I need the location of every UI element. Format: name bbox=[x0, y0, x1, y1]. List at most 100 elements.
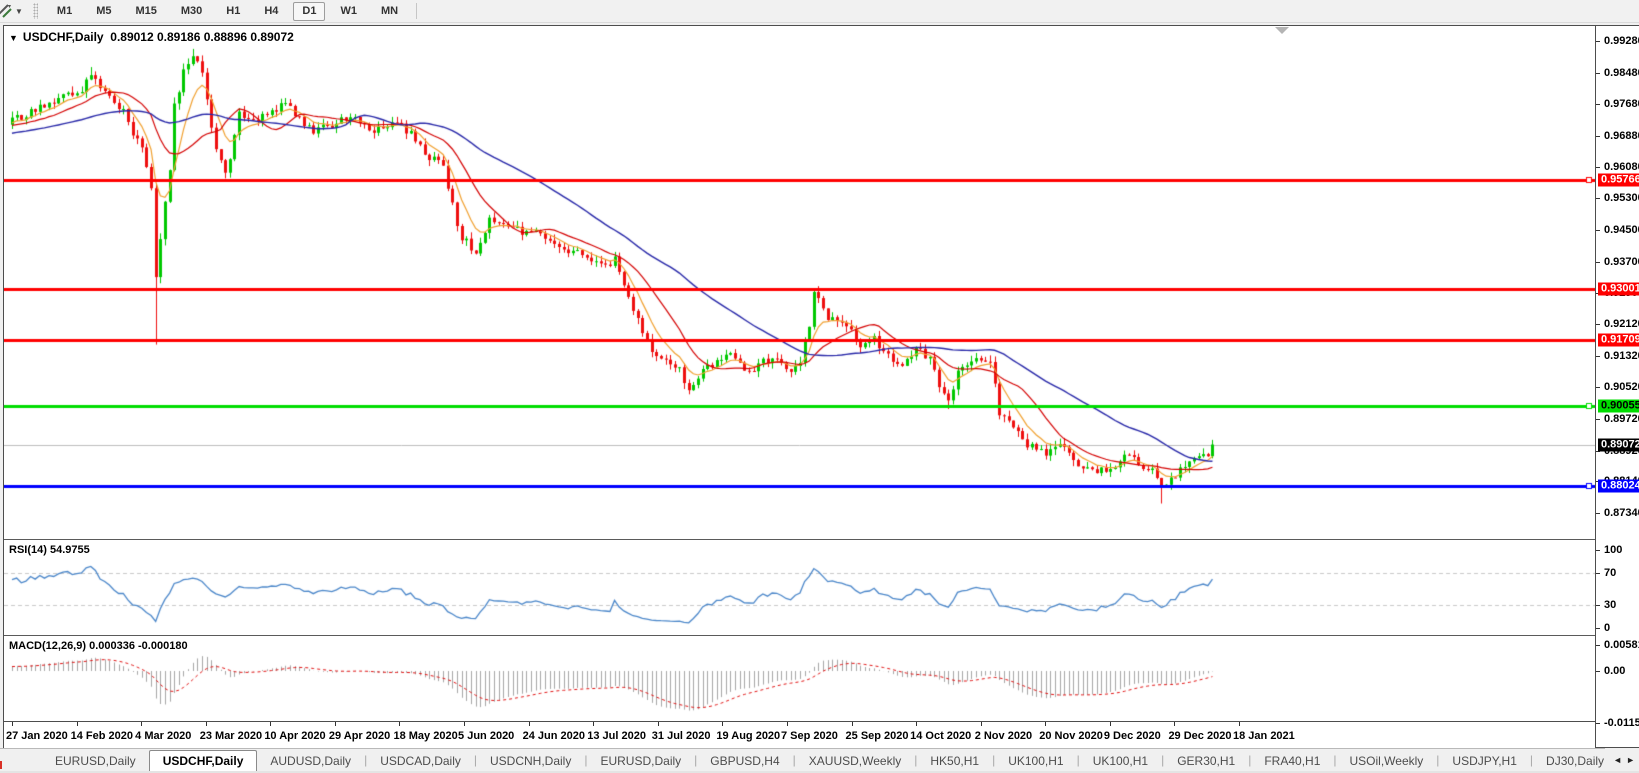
drawing-tool-icon[interactable] bbox=[0, 3, 13, 19]
chart-tab-usdjpy-h1[interactable]: USDJPY,H1 bbox=[1439, 750, 1529, 771]
hline-price-tag: 0.93001 bbox=[1598, 282, 1639, 296]
date-tick bbox=[141, 722, 142, 726]
date-label: 18 Jan 2021 bbox=[1233, 730, 1295, 742]
rsi-canvas[interactable] bbox=[4, 541, 1595, 635]
chart-tab-audusd-daily[interactable]: AUDUSD,Daily bbox=[257, 750, 364, 771]
date-tick bbox=[206, 722, 207, 726]
axis-tick bbox=[1596, 419, 1600, 420]
price-chart-canvas[interactable] bbox=[4, 26, 1595, 539]
chart-tab-usdcnh-daily[interactable]: USDCNH,Daily bbox=[477, 750, 584, 771]
chart-menu-caret-icon[interactable]: ▼ bbox=[9, 33, 18, 43]
timeframe-button-w1[interactable]: W1 bbox=[331, 2, 366, 21]
axis-tick bbox=[1596, 671, 1600, 672]
date-tick bbox=[464, 722, 465, 726]
axis-tick bbox=[1596, 324, 1600, 325]
date-tick bbox=[981, 722, 982, 726]
tool-dropdown-caret-icon[interactable]: ▼ bbox=[15, 7, 23, 16]
chart-tab-ger30-h1[interactable]: GER30,H1 bbox=[1164, 750, 1248, 771]
tab-scroll-left-icon[interactable]: ◄ bbox=[1613, 755, 1622, 765]
macd-canvas[interactable] bbox=[4, 637, 1595, 721]
axis-tick bbox=[1596, 645, 1600, 646]
date-tick bbox=[1239, 722, 1240, 726]
axis-tick bbox=[1596, 136, 1600, 137]
timeframe-button-m1[interactable]: M1 bbox=[48, 2, 81, 21]
axis-tick-label: 0.89720 bbox=[1604, 412, 1639, 425]
timeframe-button-h1[interactable]: H1 bbox=[217, 2, 249, 21]
chart-tab-gbpusd-h4[interactable]: GBPUSD,H4 bbox=[697, 750, 792, 771]
axis-tick bbox=[1596, 451, 1600, 452]
axis-tick bbox=[1596, 73, 1600, 74]
axis-tick-label: 0.98480 bbox=[1604, 66, 1639, 79]
chart-tab-usoil-weekly[interactable]: USOil,Weekly bbox=[1337, 750, 1437, 771]
axis-tick-label: 0.95300 bbox=[1604, 192, 1639, 205]
date-tick bbox=[916, 722, 917, 726]
date-label: 25 Sep 2020 bbox=[845, 730, 909, 742]
date-tick bbox=[335, 722, 336, 726]
chart-window: ▼ USDCHF,Daily 0.89012 0.89186 0.88896 0.… bbox=[3, 25, 1639, 749]
hline-price-tag: 0.95766 bbox=[1598, 173, 1639, 187]
timeframe-button-d1[interactable]: D1 bbox=[293, 1, 326, 21]
date-label: 7 Sep 2020 bbox=[780, 730, 838, 742]
current-price-tag: 0.89072 bbox=[1598, 438, 1639, 452]
chart-tab-eurusd-daily[interactable]: EURUSD,Daily bbox=[42, 750, 149, 771]
time-axis[interactable]: 27 Jan 2020 14 Feb 2020 4 Mar 2020 23 Mar 2… bbox=[4, 721, 1595, 749]
timeframe-button-m5[interactable]: M5 bbox=[87, 2, 120, 21]
tab-scrollers: ◄ ► bbox=[1605, 748, 1639, 771]
date-label: 29 Apr 2020 bbox=[328, 730, 391, 742]
hline-price-tag: 0.88024 bbox=[1598, 479, 1639, 493]
chart-tab-eurusd-daily[interactable]: EURUSD,Daily bbox=[587, 750, 694, 771]
price-axis[interactable]: 0.99280 0.98480 0.97680 0.96880 0.96080 0.953… bbox=[1595, 26, 1639, 747]
date-label: 14 Oct 2020 bbox=[910, 730, 972, 742]
top-toolbar: ▼ M1 M5 M15 M30 H1 H4 D1 W1 MN bbox=[0, 0, 1639, 23]
chart-tab-usdchf-daily[interactable]: USDCHF,Daily bbox=[148, 750, 258, 771]
date-label: 9 Dec 2020 bbox=[1103, 730, 1161, 742]
axis-tick-label: 0.005818 bbox=[1604, 638, 1639, 651]
date-tick bbox=[77, 722, 78, 726]
axis-tick-label: 0.96080 bbox=[1604, 161, 1639, 174]
price-panel[interactable]: ▼ USDCHF,Daily 0.89012 0.89186 0.88896 0.… bbox=[4, 26, 1595, 539]
timeframe-button-h4[interactable]: H4 bbox=[255, 2, 287, 21]
timeframe-button-mn[interactable]: MN bbox=[372, 2, 407, 21]
date-label: 2 Nov 2020 bbox=[974, 730, 1033, 742]
axis-tick bbox=[1596, 573, 1600, 574]
tab-scroll-right-icon[interactable]: ► bbox=[1626, 755, 1635, 765]
chart-tab-xauusd-weekly[interactable]: XAUUSD,Weekly bbox=[796, 750, 914, 771]
date-tick bbox=[593, 722, 594, 726]
date-label: 4 Mar 2020 bbox=[135, 730, 192, 742]
chart-tab-fra40-h1[interactable]: FRA40,H1 bbox=[1251, 750, 1333, 771]
macd-label: MACD(12,26,9) 0.000336 -0.000180 bbox=[9, 640, 188, 652]
axis-tick-label: 0.00 bbox=[1604, 665, 1626, 677]
chart-tab-uk100-h1[interactable]: UK100,H1 bbox=[1080, 750, 1161, 771]
axis-tick bbox=[1596, 167, 1600, 168]
axis-tick-label: 70 bbox=[1604, 567, 1617, 580]
rsi-label: RSI(14) 54.9755 bbox=[9, 544, 90, 556]
plot-column: ▼ USDCHF,Daily 0.89012 0.89186 0.88896 0.… bbox=[4, 26, 1595, 749]
timeframe-button-m30[interactable]: M30 bbox=[172, 2, 211, 21]
axis-tick bbox=[1596, 41, 1600, 42]
timeframe-button-m15[interactable]: M15 bbox=[126, 2, 165, 21]
axis-tick bbox=[1596, 356, 1600, 357]
axis-tick bbox=[1596, 198, 1600, 199]
chart-tab-hk50-h1[interactable]: HK50,H1 bbox=[917, 750, 992, 771]
axis-tick-label: 0.91320 bbox=[1604, 349, 1639, 362]
date-tick bbox=[1045, 722, 1046, 726]
date-tick bbox=[787, 722, 788, 726]
chart-title: ▼ USDCHF,Daily 0.89012 0.89186 0.88896 0.… bbox=[9, 30, 294, 44]
toolbar-separator bbox=[416, 3, 418, 19]
axis-tick-label: 0.87340 bbox=[1604, 506, 1639, 519]
chart-tab-usdcad-daily[interactable]: USDCAD,Daily bbox=[367, 750, 474, 771]
date-label: 24 Jun 2020 bbox=[522, 730, 585, 742]
chart-shift-marker-icon[interactable] bbox=[1275, 27, 1289, 34]
rsi-panel[interactable]: RSI(14) 54.9755 bbox=[4, 541, 1595, 635]
hline-price-tag: 0.91709 bbox=[1598, 333, 1639, 347]
macd-panel[interactable]: MACD(12,26,9) 0.000336 -0.000180 bbox=[4, 637, 1595, 721]
axis-tick-label: 0.92120 bbox=[1604, 318, 1639, 331]
date-tick bbox=[1174, 722, 1175, 726]
toolbar-drag-handle[interactable] bbox=[32, 3, 38, 19]
timeframe-button-group: M1 M5 M15 M30 H1 H4 D1 W1 MN bbox=[48, 1, 407, 21]
chart-tab-bar: EURUSD,Daily USDCHF,Daily AUDUSD,Daily | USD… bbox=[0, 748, 1639, 771]
axis-tick-label: 0.90520 bbox=[1604, 381, 1639, 394]
chart-tab-uk100-h1[interactable]: UK100,H1 bbox=[995, 750, 1076, 771]
date-tick bbox=[658, 722, 659, 726]
date-tick bbox=[270, 722, 271, 726]
